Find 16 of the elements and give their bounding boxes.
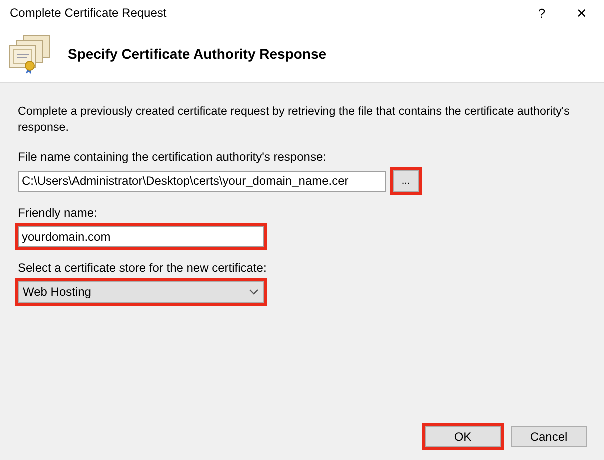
help-button[interactable]: ? xyxy=(522,0,562,26)
dialog-button[interactable]: Cancel xyxy=(511,426,587,447)
field-label: Friendly name: xyxy=(18,206,98,220)
window-title: Complete Certificate Request xyxy=(10,6,168,20)
close-button[interactable]: ✕ xyxy=(562,0,602,26)
friendly-name-field[interactable]: yourdomain.com xyxy=(18,226,264,247)
dialog-heading: Specify Certificate Authority Response xyxy=(68,46,327,62)
field-label: Select a certificate store for the new certificate: xyxy=(18,261,268,275)
field-label: File name containing the certification authority's response: xyxy=(18,150,328,164)
browse-button[interactable]: ... xyxy=(393,170,419,192)
chevron-down-icon xyxy=(249,289,259,295)
file-path-field[interactable]: C:\Users\Administrator\Desktop\certs\your_domain_name.cer xyxy=(18,170,386,192)
description-text: Complete a previously created certificate request by retrieving the file that contains the certificate authority's response. xyxy=(18,104,571,136)
store-dropdown[interactable]: Web Hosting xyxy=(18,281,264,303)
dialog-button[interactable]: OK xyxy=(425,426,501,447)
certificates-icon xyxy=(8,34,52,74)
